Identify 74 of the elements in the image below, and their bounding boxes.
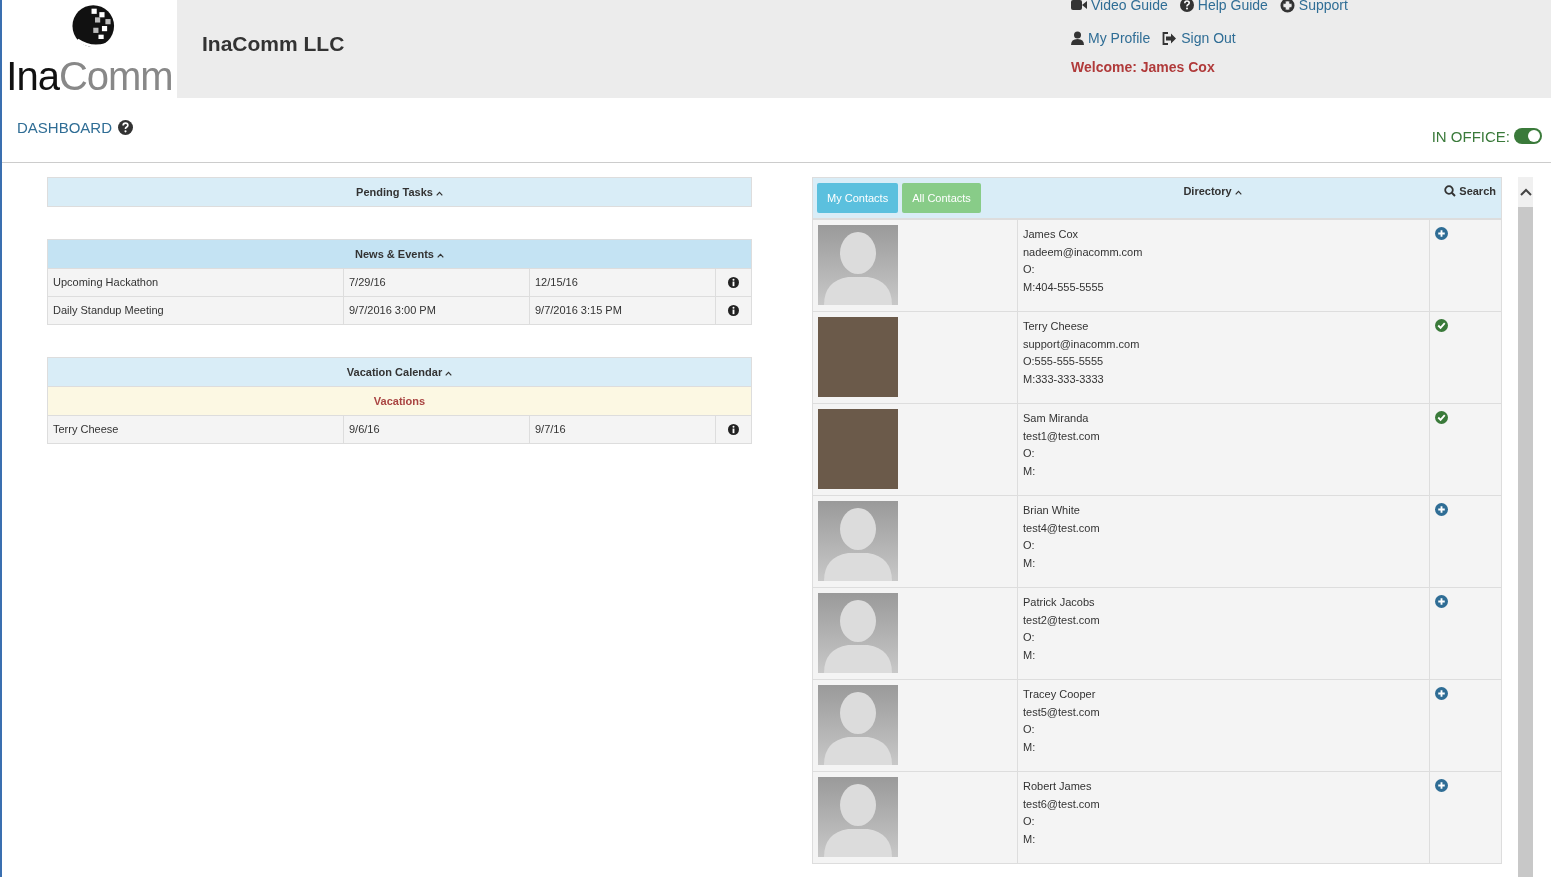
info-icon[interactable] [728,305,739,316]
panel-title[interactable]: Vacation Calendar [346,366,443,378]
header-link[interactable]: Sign Out [1162,30,1236,46]
contact-name: Sam Miranda [1023,411,1090,426]
search-icon [1444,185,1457,197]
info-icon[interactable] [728,277,739,288]
chevron-up-icon[interactable] [436,252,444,258]
panel-title[interactable]: News & Events [355,248,434,260]
in-office-toggle[interactable] [1514,128,1542,144]
check-circle-icon[interactable] [1435,319,1448,332]
office-phone: O: [1023,538,1036,553]
table-cell: Daily Standup Meeting [48,297,344,324]
contact-email: support@inacomm.com [1023,336,1141,352]
table-cell: 9/6/16 [344,416,530,443]
contact-email: test6@test.com [1023,796,1101,812]
help-icon [1179,0,1194,12]
contact-email: nadeem@inacomm.com [1023,244,1144,260]
contact-name: Tracey Cooper [1023,687,1097,702]
scrollbar[interactable] [1518,177,1533,877]
company-name: InaComm LLC [202,32,345,57]
table-cell: 9/7/2016 3:15 PM [530,297,716,324]
contact-email: test1@test.com [1023,428,1101,444]
header-link[interactable]: Help Guide [1179,0,1268,13]
contact-name: Robert James [1023,779,1093,794]
add-circle-icon[interactable] [1435,227,1448,240]
contact-name: James Cox [1023,227,1080,242]
welcome-text: Welcome: James Cox [1071,59,1216,75]
contact-email: test4@test.com [1023,520,1101,536]
info-icon[interactable] [728,424,739,435]
mobile-phone: M:404-555-5555 [1023,279,1105,295]
sign-out-icon [1162,31,1178,45]
mobile-phone: M: [1023,647,1037,663]
contact-name: Terry Cheese [1023,319,1090,334]
table-cell: 9/7/16 [530,416,716,443]
help-icon[interactable] [118,120,134,135]
header-link[interactable]: Support [1279,0,1348,13]
check-circle-icon[interactable] [1435,411,1448,424]
contact-email: test2@test.com [1023,612,1101,628]
panel-title[interactable]: Directory [1183,185,1232,197]
panel-title[interactable]: Pending Tasks [356,186,433,198]
mobile-phone: M:333-333-3333 [1023,371,1105,387]
office-phone: O: [1023,262,1036,277]
add-circle-icon[interactable] [1435,779,1448,792]
table-cell: 9/7/2016 3:00 PM [344,297,530,324]
chevron-up-icon[interactable] [445,370,453,376]
mobile-phone: M: [1023,739,1037,755]
header-link[interactable]: Video Guide [1071,0,1168,13]
header-link[interactable]: My Profile [1071,30,1151,46]
chevron-up-icon[interactable] [1234,189,1242,195]
chevron-up-icon[interactable] [435,190,443,196]
office-phone: O: [1023,814,1036,829]
user-icon [1071,31,1084,45]
contact-email: test5@test.com [1023,704,1101,720]
mobile-phone: M: [1023,831,1037,847]
table-cell: Terry Cheese [48,416,344,443]
logo-text: Comm [58,54,173,98]
add-circle-icon[interactable] [1435,687,1448,700]
section-subheading: Vacations [48,386,751,415]
mobile-phone: M: [1023,463,1037,479]
video-camera-icon [1071,0,1087,11]
office-phone: O: [1023,446,1036,461]
status-label: IN OFFICE: [1431,127,1510,145]
office-phone: O:555-555-5555 [1023,354,1105,369]
add-circle-icon[interactable] [1435,595,1448,608]
office-phone: O: [1023,630,1036,645]
mobile-phone: M: [1023,555,1037,571]
office-phone: O: [1023,722,1036,737]
contact-name: Brian White [1023,503,1081,518]
add-circle-icon[interactable] [1435,503,1448,516]
chevron-up-icon[interactable] [1519,188,1532,196]
search-link[interactable]: Search [1444,185,1496,197]
page-title: DASHBOARD [17,119,113,136]
logo-text: Ina [6,54,59,98]
contact-name: Patrick Jacobs [1023,595,1096,610]
